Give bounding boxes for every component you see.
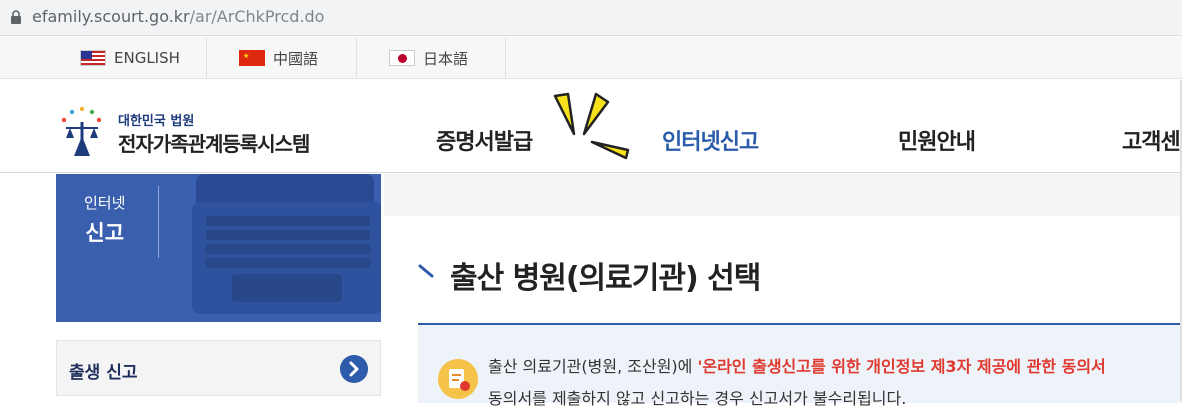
logo-subtitle: 대한민국 법원 <box>118 114 195 129</box>
title-bullet-icon <box>418 264 434 278</box>
court-emblem-icon <box>61 106 102 156</box>
nav-customer-center[interactable]: 고객센 <box>1122 124 1181 156</box>
banner-line2: 신고 <box>85 221 125 245</box>
nav-certificate-issue[interactable]: 증명서발급 <box>436 124 533 156</box>
notice-line2: 동의서를 제출하지 않고 신고하는 경우 신고서가 불수리됩니다. <box>488 389 907 408</box>
sidebar-banner: 인터넷 신고 <box>56 174 381 322</box>
logo-title: 전자가족관계등록시스템 <box>118 132 310 156</box>
cn-flag-icon: ★ <box>239 50 265 66</box>
page-title: 출산 병원(의료기관) 선택 <box>450 261 761 296</box>
language-label: ENGLISH <box>114 49 180 67</box>
language-label: 日本語 <box>423 49 469 68</box>
language-japanese[interactable]: 日本語 <box>357 37 506 79</box>
banner-text: 인터넷 신고 <box>84 192 125 247</box>
language-english[interactable]: ENGLISH <box>56 37 207 79</box>
banner-divider <box>158 186 159 258</box>
chevron-right-icon <box>340 355 368 383</box>
browser-address-bar[interactable]: efamily.scourt.go.kr/ar/ArChkPrcd.do <box>0 0 1182 36</box>
url-text[interactable]: efamily.scourt.go.kr/ar/ArChkPrcd.do <box>32 7 324 26</box>
laptop-icon <box>192 174 381 314</box>
content-top-strip <box>384 174 1182 216</box>
language-label: 中國語 <box>273 49 319 68</box>
lock-icon <box>11 10 21 24</box>
nav-civil-guide[interactable]: 민원안내 <box>898 124 976 156</box>
document-alert-icon <box>438 359 478 399</box>
notice-line1: 출산 의료기관(병원, 조산원)에 '온라인 출생신고를 위한 개인정보 제3자… <box>488 353 1106 377</box>
notice-text: 출산 의료기관(병원, 조산원)에 <box>488 357 698 376</box>
site-logo[interactable]: 대한민국 법원 전자가족관계등록시스템 <box>56 104 346 160</box>
sidebar-item-label: 출생 신고 <box>69 363 138 383</box>
nav-internet-report[interactable]: 인터넷신고 <box>662 124 759 156</box>
url-path: /ar/ArChkPrcd.do <box>189 7 325 26</box>
banner-line1: 인터넷 <box>84 194 126 212</box>
language-bar: ENGLISH ★ 中國語 日本語 <box>0 37 1182 79</box>
url-host: efamily.scourt.go.kr <box>32 7 190 26</box>
notice-box: 출산 의료기관(병원, 조산원)에 '온라인 출생신고를 위한 개인정보 제3자… <box>418 323 1182 408</box>
jp-flag-icon <box>389 50 415 66</box>
us-flag-icon <box>80 50 106 66</box>
highlight-sparks-icon <box>553 92 630 160</box>
sidebar-item-birth-report[interactable]: 출생 신고 <box>56 340 381 396</box>
language-chinese[interactable]: ★ 中國語 <box>207 37 357 79</box>
notice-highlight: '온라인 출생신고를 위한 개인정보 제3자 제공에 관한 동의서 <box>697 357 1106 376</box>
